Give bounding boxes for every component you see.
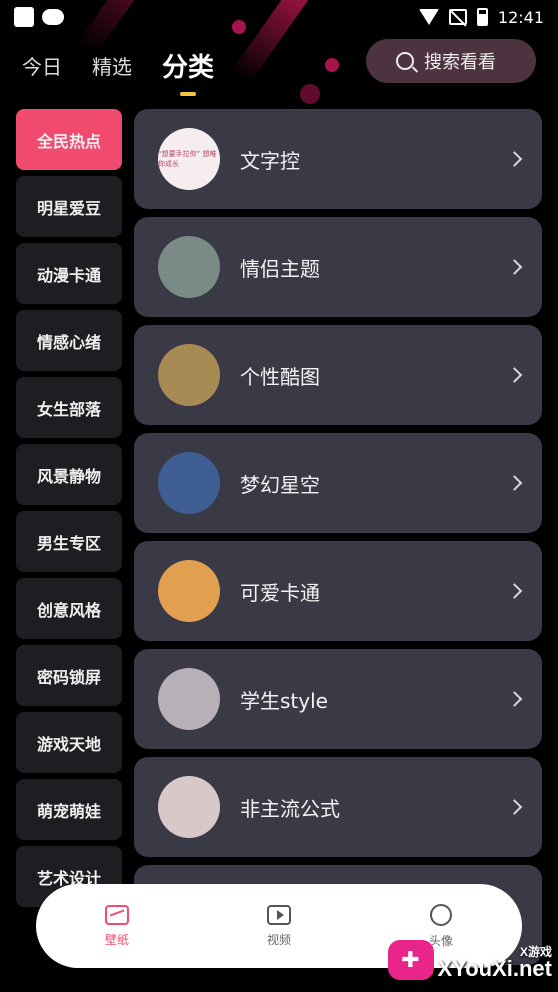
category-thumbnail [158, 344, 220, 406]
sidebar-item-hot[interactable]: 全民热点 [16, 109, 122, 170]
category-label: 梦幻星空 [240, 472, 320, 497]
category-sidebar: 全民热点 明星爱豆 动漫卡通 情感心绪 女生部落 风景静物 男生专区 创意风格 … [16, 109, 122, 913]
chevron-right-icon [506, 259, 523, 275]
category-thumbnail [158, 776, 220, 838]
sidebar-item-stars[interactable]: 明星爱豆 [16, 176, 122, 237]
sidebar-item-scenery[interactable]: 风景静物 [16, 444, 122, 505]
sidebar-item-emotion[interactable]: 情感心绪 [16, 310, 122, 371]
sidebar-item-anime[interactable]: 动漫卡通 [16, 243, 122, 304]
cloud-icon [42, 9, 64, 25]
search-label: 搜索看看 [424, 52, 496, 73]
sidebar-item-creative[interactable]: 创意风格 [16, 578, 122, 639]
search-icon [396, 52, 414, 70]
search-button[interactable]: 搜索看看 [366, 39, 536, 83]
category-card[interactable]: 学生style [134, 649, 542, 749]
chevron-right-icon [506, 583, 523, 599]
watermark-text: X游戏 XYouXi.net [437, 945, 553, 981]
category-card[interactable]: 情侣主题 [134, 217, 542, 317]
status-time: 12:41 [497, 7, 544, 27]
wifi-icon [418, 9, 439, 25]
category-label: 学生style [240, 688, 328, 713]
chevron-right-icon [506, 691, 523, 707]
category-card[interactable]: 梦幻星空 [134, 433, 542, 533]
category-thumbnail [158, 236, 220, 298]
tab-categories[interactable]: 分类 [162, 47, 214, 84]
sidebar-item-lockscreen[interactable]: 密码锁屏 [16, 645, 122, 706]
category-card[interactable]: “想要手拉你” 想唯你成长 文字控 [134, 109, 542, 209]
battery-icon [476, 8, 488, 26]
site-watermark: ✚ X游戏 XYouXi.net [387, 940, 553, 981]
category-label: 文字控 [240, 148, 300, 173]
sidebar-item-games[interactable]: 游戏天地 [16, 712, 122, 773]
chevron-right-icon [506, 367, 523, 383]
sidebar-item-pets[interactable]: 萌宠萌娃 [16, 779, 122, 840]
bottom-nav-wallpaper[interactable]: 壁纸 [72, 904, 162, 948]
category-list: “想要手拉你” 想唯你成长 文字控 情侣主题 个性酷图 梦幻星空 可爱卡通 学生… [134, 109, 542, 973]
chevron-right-icon [506, 151, 523, 167]
category-card[interactable]: 个性酷图 [134, 325, 542, 425]
notification-icon [14, 7, 34, 27]
wallpaper-icon [105, 904, 129, 925]
face-icon [430, 903, 452, 926]
category-card[interactable]: 可爱卡通 [134, 541, 542, 641]
category-card[interactable]: 非主流公式 [134, 757, 542, 857]
category-label: 个性酷图 [240, 364, 320, 389]
top-nav: 今日 精选 分类 搜索看看 [0, 34, 558, 96]
chevron-right-icon [506, 799, 523, 815]
category-thumbnail [158, 668, 220, 730]
category-thumbnail [158, 560, 220, 622]
sidebar-item-boys[interactable]: 男生专区 [16, 511, 122, 572]
category-thumbnail: “想要手拉你” 想唯你成长 [158, 128, 220, 190]
category-label: 情侣主题 [240, 256, 320, 281]
video-icon [267, 904, 291, 925]
bottom-nav-label: 壁纸 [104, 932, 129, 947]
tab-today[interactable]: 今日 [22, 51, 62, 80]
bottom-nav-video[interactable]: 视频 [234, 904, 324, 948]
gamepad-logo-icon: ✚ [387, 940, 434, 980]
category-thumbnail [158, 452, 220, 514]
tab-featured[interactable]: 精选 [92, 51, 132, 80]
bottom-nav-label: 视频 [266, 932, 291, 947]
category-label: 非主流公式 [240, 796, 340, 821]
status-bar: 12:41 [0, 0, 558, 34]
no-signal-icon [448, 9, 467, 25]
sidebar-item-girls[interactable]: 女生部落 [16, 377, 122, 438]
category-label: 可爱卡通 [240, 580, 320, 605]
chevron-right-icon [506, 475, 523, 491]
